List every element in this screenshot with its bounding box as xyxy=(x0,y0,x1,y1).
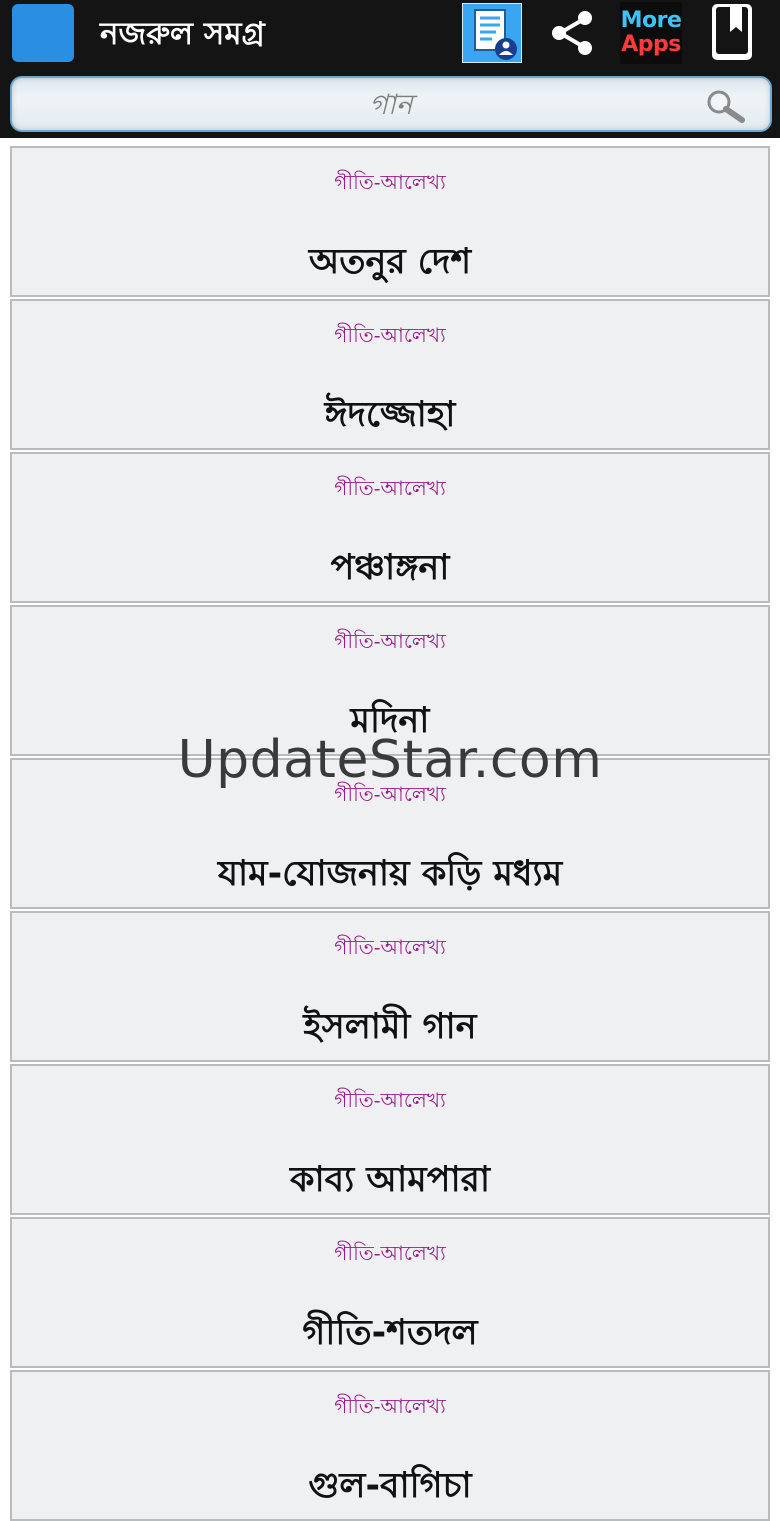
item-title: অতনুর দেশ xyxy=(308,242,472,282)
item-title: ইসলামী গান xyxy=(303,1007,477,1047)
list-item[interactable]: গীতি-আলেখ্য ইসলামী গান xyxy=(10,911,770,1062)
app-title: নজরুল সমগ্র xyxy=(100,16,265,52)
action-bar: নজরুল সমগ্র More Apps xyxy=(0,0,780,72)
more-apps-label-line1: More xyxy=(620,8,682,33)
search-input[interactable] xyxy=(12,78,770,130)
item-category: গীতি-আলেখ্য xyxy=(334,629,446,653)
item-title: পঞ্চাঙ্গনা xyxy=(330,548,450,588)
list-item[interactable]: গীতি-আলেখ্য মদিনা xyxy=(10,605,770,756)
list-item[interactable]: গীতি-আলেখ্য কাব্য আমপারা xyxy=(10,1064,770,1215)
search-bar xyxy=(0,72,780,138)
item-title: যাম-যোজনায় কড়ি মধ্যম xyxy=(217,854,563,894)
item-title: ঈদজ্জোহা xyxy=(324,395,456,435)
more-apps-label-line2: Apps xyxy=(621,32,681,57)
list-item[interactable]: গীতি-আলেখ্য গুল-বাগিচা xyxy=(10,1370,770,1521)
item-category: গীতি-আলেখ্য xyxy=(334,170,446,194)
item-category: গীতি-আলেখ্য xyxy=(334,935,446,959)
list-item[interactable]: গীতি-আলেখ্য পঞ্চাঙ্গনা xyxy=(10,452,770,603)
contact-document-icon xyxy=(462,3,522,63)
search-field-container xyxy=(10,76,772,132)
app-logo-icon[interactable] xyxy=(12,4,74,62)
item-category: গীতি-আলেখ্য xyxy=(334,476,446,500)
item-category: গীতি-আলেখ্য xyxy=(334,1088,446,1112)
contact-document-button[interactable] xyxy=(460,2,524,64)
item-category: গীতি-আলেখ্য xyxy=(334,1241,446,1265)
item-category: গীতি-আলেখ্য xyxy=(334,782,446,806)
item-title: গীতি-শতদল xyxy=(302,1313,478,1353)
item-category: গীতি-আলেখ্য xyxy=(334,1394,446,1418)
app-screen: নজরুল সমগ্র More Apps গান গীতি-আলেখ্য অত… xyxy=(0,0,780,1521)
list-item[interactable]: গীতি-আলেখ্য যাম-যোজনায় কড়ি মধ্যম xyxy=(10,758,770,909)
item-title: মদিনা xyxy=(350,701,430,741)
item-category: গীতি-আলেখ্য xyxy=(334,323,446,347)
share-icon xyxy=(552,11,592,55)
list-item[interactable]: গীতি-আলেখ্য ঈদজ্জোহা xyxy=(10,299,770,450)
song-list: গীতি-আলেখ্য অতনুর দেশ গীতি-আলেখ্য ঈদজ্জো… xyxy=(10,146,770,1521)
item-title: কাব্য আমপারা xyxy=(289,1160,491,1200)
list-item[interactable]: গীতি-আলেখ্য গীতি-শতদল xyxy=(10,1217,770,1368)
bookmark-button[interactable] xyxy=(706,2,758,64)
more-apps-button[interactable]: More Apps xyxy=(620,2,682,64)
bookmark-book-icon xyxy=(712,4,752,60)
search-icon[interactable] xyxy=(702,88,748,124)
list-item[interactable]: গীতি-আলেখ্য অতনুর দেশ xyxy=(10,146,770,297)
share-button[interactable] xyxy=(542,2,602,64)
item-title: গুল-বাগিচা xyxy=(308,1466,472,1506)
